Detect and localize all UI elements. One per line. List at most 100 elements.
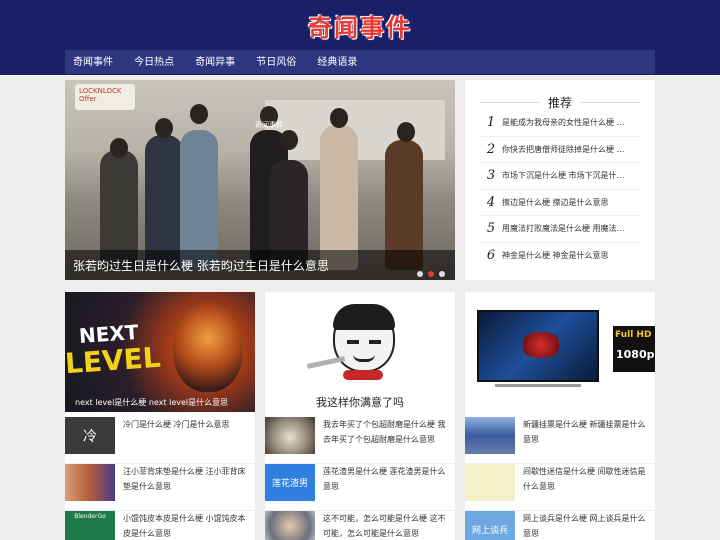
article-thumbnail-label: 网上谈兵 [471,526,508,536]
article-thumbnail[interactable] [265,417,315,454]
recommend-item-link[interactable]: 是能成为我母亲的女性是什么梗 是能成为我母亲的女性是什么意思 [502,117,630,128]
card-article-item[interactable]: 新疆挂票是什么梗 新疆挂票是什么意思 [465,417,655,464]
slide-caption[interactable]: 张若昀过生日是什么梗 张若昀过生日是什么意思 [73,257,329,274]
recommend-item-number: 4 [486,194,496,210]
meme-mouth [353,354,375,362]
main-nav: 奇闻事件 今日热点 奇闻异事 节日风俗 经典语录 [65,50,655,74]
recommend-item-number: 5 [486,221,496,237]
spiderman-shape [519,332,563,358]
slider-dot[interactable] [439,271,445,277]
article-thumbnail[interactable]: 网上谈兵 [465,511,515,540]
recommend-item[interactable]: 4 擦边是什么梗 擦边是什么意思 [480,190,640,216]
card-article-item[interactable]: 莲花渣男 莲花渣男是什么梗 莲花渣男是什么意思 [265,464,455,511]
meme-blood [343,370,383,380]
recommend-item-link[interactable]: 神金是什么梗 神金是什么意思 [502,250,630,261]
recommend-item-link[interactable]: 用魔法打败魔法是什么梗 用魔法打败魔法是什么意思 [502,223,630,234]
nav-item-quotes[interactable]: 经典语录 [309,51,365,75]
tv-stand [495,384,581,387]
slide-caption-bar: 张若昀过生日是什么梗 张若昀过生日是什么意思 [65,250,455,280]
article-title-link[interactable]: 汪小菲背床垫是什么梗 汪小菲背床垫是什么意思 [115,464,251,496]
recommend-panel: 推荐 1 是能成为我母亲的女性是什么梗 是能成为我母亲的女性是什么意思 2 你快… [465,80,655,280]
meme-hair [333,304,395,330]
card-hero-caption[interactable]: 我这样你满意了吗 [265,394,455,410]
meme-eye-right [369,340,381,344]
article-card: NEXT LEVEL next level是什么梗 next level是什么意… [65,292,255,540]
slider-dot-active[interactable] [428,271,434,277]
site-logo[interactable]: 奇闻事件 [0,8,720,43]
meme-eye-left [347,340,359,344]
article-thumbnail[interactable] [465,417,515,454]
card-article-item[interactable]: 我去年买了个包超耐磨是什么梗 我去年买了个包超耐磨是什么意思 [265,417,455,464]
article-title-link[interactable]: 我去年买了个包超耐磨是什么梗 我去年买了个包超耐磨是什么意思 [315,417,451,449]
slide-person-head [110,138,128,158]
article-card: 我这样你满意了吗 我去年买了个包超耐磨是什么梗 我去年买了个包超耐磨是什么意思 … [265,292,455,540]
card-hero-image[interactable]: NEXT LEVEL next level是什么梗 next level是什么意… [65,292,255,412]
card-article-list: 我去年买了个包超耐磨是什么梗 我去年买了个包超耐磨是什么意思 莲花渣男 莲花渣男… [265,417,455,540]
slide-person [320,125,358,270]
slide-person-head [190,104,208,124]
recommend-item-number: 2 [486,141,496,157]
article-title-link[interactable]: 莲花渣男是什么梗 莲花渣男是什么意思 [315,464,451,496]
card-article-item[interactable]: 间歇性迷信是什么梗 间歇性迷信是什么意思 [465,464,655,511]
card-article-item[interactable]: BlenderGo 小馄饨皮本皮是什么梗 小馄饨皮本皮是什么意思 [65,511,255,540]
article-thumbnail-label: 冷 [83,428,97,445]
article-title-link[interactable]: 小馄饨皮本皮是什么梗 小馄饨皮本皮是什么意思 [115,511,251,540]
recommend-item[interactable]: 2 你快去把唐僧师徒除掉是什么梗 你快去把唐僧师徒除掉是什么意思 [480,137,640,163]
recommend-item-number: 6 [486,248,496,264]
meme-face [333,304,395,372]
card-article-item[interactable]: 这不可能，怎么可能是什么梗 这不可能，怎么可能是什么意思 [265,511,455,540]
slide-overlay-tag: 奇闻事件 [255,121,283,129]
recommend-list: 1 是能成为我母亲的女性是什么梗 是能成为我母亲的女性是什么意思 2 你快去把唐… [480,110,640,269]
card-hero-caption[interactable]: next level是什么梗 next level是什么意思 [75,397,228,408]
article-thumbnail[interactable] [265,511,315,540]
slide-person-head [330,108,348,128]
article-title-link[interactable]: 新疆挂票是什么梗 新疆挂票是什么意思 [515,417,651,449]
recommend-item[interactable]: 1 是能成为我母亲的女性是什么梗 是能成为我母亲的女性是什么意思 [480,110,640,137]
slide-person [180,130,218,270]
hero-face-shape [173,302,243,392]
card-hero-image[interactable]: 我这样你满意了吗 [265,292,455,412]
article-thumbnail[interactable] [465,464,515,501]
article-title-link[interactable]: 间歇性迷信是什么梗 间歇性迷信是什么意思 [515,464,651,496]
slide-person-head [280,130,298,150]
slide-sign: LOCKNLOCK Offer [75,84,135,110]
slider-dots [412,262,445,280]
article-title-link[interactable]: 冷门是什么梗 冷门是什么意思 [115,417,251,449]
article-thumbnail-label: 莲花渣男 [271,479,308,489]
nav-item-strange[interactable]: 奇闻异事 [187,51,243,75]
recommend-item[interactable]: 6 神金是什么梗 神金是什么意思 [480,243,640,270]
nav-item-festival[interactable]: 节日风俗 [248,51,304,75]
card-hero-image[interactable]: Full HD 1080p [465,292,655,412]
card-article-item[interactable]: 冷 冷门是什么梗 冷门是什么意思 [65,417,255,464]
recommend-item[interactable]: 5 用魔法打败魔法是什么梗 用魔法打败魔法是什么意思 [480,216,640,243]
recommend-item-link[interactable]: 市场下沉是什么梗 市场下沉是什么意思 [502,170,630,181]
article-thumbnail[interactable] [65,464,115,501]
nav-item-qiwen[interactable]: 奇闻事件 [65,51,121,75]
nav-item-today-hot[interactable]: 今日热点 [126,51,182,75]
card-article-list: 新疆挂票是什么梗 新疆挂票是什么意思 间歇性迷信是什么梗 间歇性迷信是什么意思 … [465,417,655,540]
article-thumbnail[interactable]: 冷 [65,417,115,454]
featured-slider[interactable]: LOCKNLOCK Offer 奇闻事件 张若昀过生日是什么梗 张若昀过生日是什… [65,80,455,280]
full-hd-text: Full HD [615,330,652,340]
resolution-text: 1080p [616,348,655,361]
recommend-item-link[interactable]: 你快去把唐僧师徒除掉是什么梗 你快去把唐僧师徒除掉是什么意思 [502,144,630,155]
recommend-item-number: 3 [486,168,496,184]
slide-sign-text: LOCKNLOCK Offer [79,87,122,103]
recommend-item-number: 1 [486,115,496,131]
article-thumbnail[interactable]: BlenderGo [65,511,115,540]
card-article-item[interactable]: 网上谈兵 网上谈兵是什么梗 网上谈兵是什么意思 [465,511,655,540]
recommend-item[interactable]: 3 市场下沉是什么梗 市场下沉是什么意思 [480,163,640,190]
full-hd-badge: Full HD 1080p [613,326,655,372]
article-title-link[interactable]: 网上谈兵是什么梗 网上谈兵是什么意思 [515,511,651,540]
article-thumbnail-label: BlenderGo [74,513,106,520]
article-title-link[interactable]: 这不可能，怎么可能是什么梗 这不可能，怎么可能是什么意思 [315,511,451,540]
article-thumbnail[interactable]: 莲花渣男 [265,464,315,501]
slide-person-head [397,122,415,142]
article-card: Full HD 1080p 新疆挂票是什么梗 新疆挂票是什么意思 间歇性迷信是什… [465,292,655,540]
slider-dot[interactable] [417,271,423,277]
slide-person-head [155,118,173,138]
recommend-item-link[interactable]: 擦边是什么梗 擦边是什么意思 [502,197,630,208]
card-article-list: 冷 冷门是什么梗 冷门是什么意思 汪小菲背床垫是什么梗 汪小菲背床垫是什么意思 … [65,417,255,540]
site-header: 奇闻事件 奇闻事件 今日热点 奇闻异事 节日风俗 经典语录 [0,0,720,75]
card-article-item[interactable]: 汪小菲背床垫是什么梗 汪小菲背床垫是什么意思 [65,464,255,511]
